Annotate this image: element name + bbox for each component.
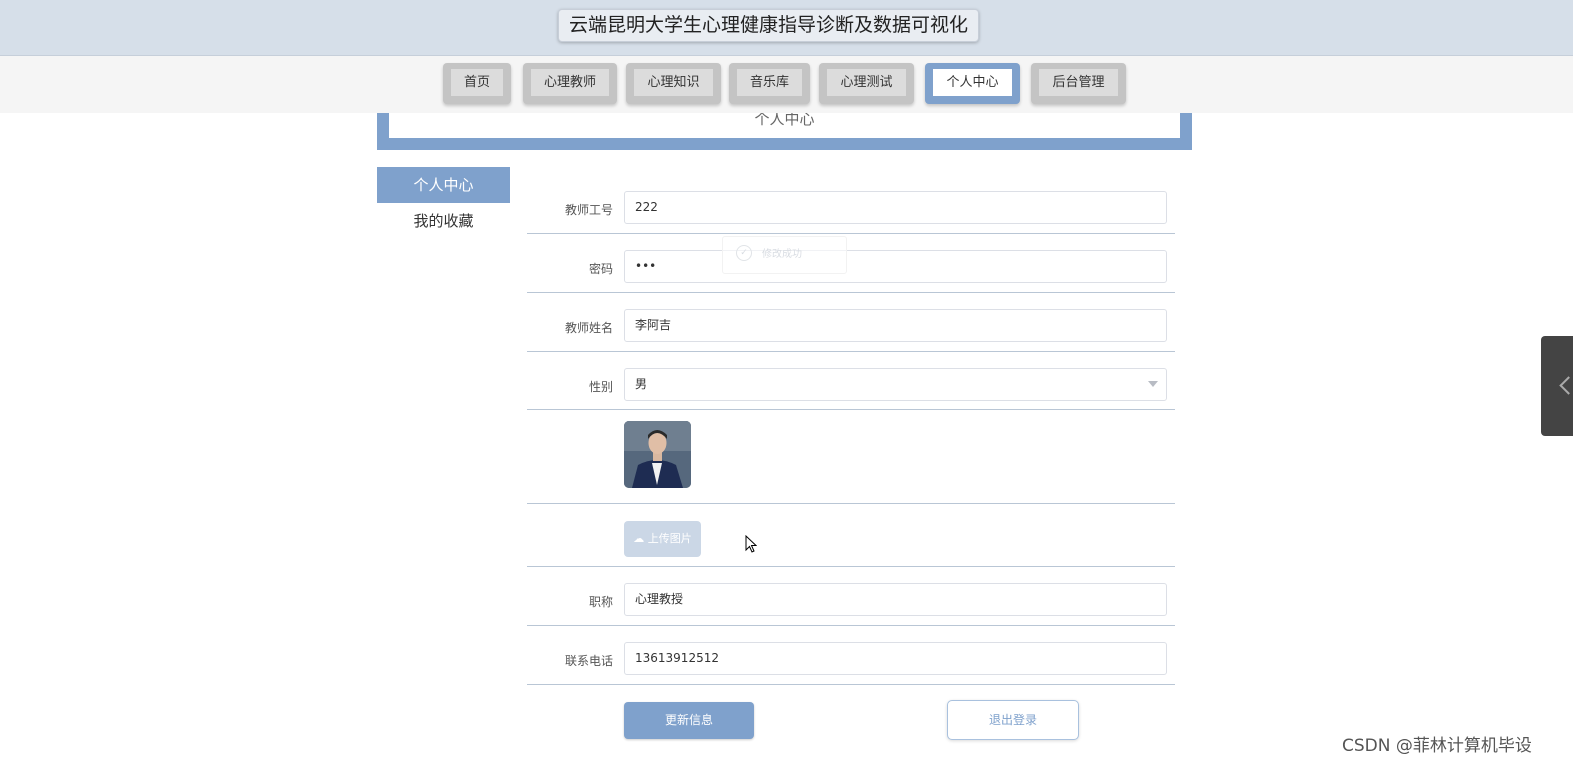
nav-item-knowledge[interactable]: 心理知识: [626, 63, 721, 104]
header: 云端昆明大学生心理健康指导诊断及数据可视化: [0, 0, 1573, 56]
form-row-phone: 联系电话 13613912512: [527, 626, 1175, 685]
update-info-button[interactable]: 更新信息: [624, 702, 754, 739]
form-row-gender: 性别 男: [527, 352, 1175, 410]
gender-label: 性别: [588, 380, 613, 394]
avatar: [624, 421, 691, 488]
teacher-id-input[interactable]: 222: [624, 191, 1167, 224]
phone-label: 联系电话: [564, 654, 613, 668]
site-title: 云端昆明大学生心理健康指导诊断及数据可视化: [558, 9, 980, 42]
chevron-down-icon: [1148, 381, 1158, 387]
main-nav: 首页 心理教师 心理知识 音乐库 心理测试 个人中心 后台管理: [0, 56, 1573, 113]
form-row-upload: ☁ 上传图片: [527, 504, 1175, 567]
nav-item-label: 心理知识: [634, 69, 713, 96]
nav-item-tests[interactable]: 心理测试: [819, 63, 914, 104]
teacher-id-label: 教师工号: [564, 203, 613, 217]
nav-item-label: 心理测试: [827, 69, 906, 96]
nav-item-personal-center[interactable]: 个人中心: [925, 63, 1020, 104]
form-row-teacher-id: 教师工号 222: [527, 175, 1175, 234]
nav-item-label: 个人中心: [933, 69, 1012, 96]
teacher-name-label: 教师姓名: [564, 321, 613, 335]
nav-item-label: 首页: [451, 69, 503, 96]
gender-value: 男: [635, 377, 648, 391]
logout-button[interactable]: 退出登录: [947, 700, 1079, 740]
side-menu: 个人中心 我的收藏: [377, 167, 510, 239]
success-toast: ✓ 修改成功: [722, 236, 847, 274]
phone-input[interactable]: 13613912512: [624, 642, 1167, 675]
nav-item-label: 音乐库: [737, 69, 802, 96]
form-row-password: 密码 •••: [527, 234, 1175, 293]
watermark: CSDN @菲林计算机毕设: [1342, 736, 1532, 756]
job-title-label: 职称: [588, 595, 613, 609]
mouse-cursor-icon: [745, 535, 757, 553]
job-title-input[interactable]: 心理教授: [624, 583, 1167, 616]
gender-select[interactable]: 男: [624, 368, 1167, 401]
password-input[interactable]: •••: [624, 250, 1167, 283]
side-item-personal-center[interactable]: 个人中心: [377, 167, 510, 203]
nav-item-label: 后台管理: [1039, 69, 1118, 96]
teacher-name-input[interactable]: 李阿吉: [624, 309, 1167, 342]
cloud-upload-icon: ☁: [633, 532, 645, 545]
nav-item-home[interactable]: 首页: [443, 63, 511, 104]
nav-item-label: 心理教师: [531, 69, 609, 96]
form-row-teacher-name: 教师姓名 李阿吉: [527, 293, 1175, 352]
page-banner: 个人中心: [377, 113, 1192, 150]
upload-image-button[interactable]: ☁ 上传图片: [624, 521, 701, 557]
toast-text: 修改成功: [762, 249, 802, 260]
side-drawer-toggle[interactable]: [1541, 336, 1573, 436]
nav-item-admin[interactable]: 后台管理: [1031, 63, 1126, 104]
upload-button-label: 上传图片: [647, 532, 692, 545]
chevron-left-icon: [1559, 376, 1573, 395]
avatar-photo: [624, 421, 691, 488]
nav-item-music[interactable]: 音乐库: [729, 63, 810, 104]
side-item-favorites[interactable]: 我的收藏: [377, 203, 510, 239]
password-label: 密码: [588, 262, 613, 276]
page-title: 个人中心: [389, 113, 1180, 138]
check-circle-icon: ✓: [736, 245, 752, 261]
form-row-job-title: 职称 心理教授: [527, 567, 1175, 626]
nav-item-teachers[interactable]: 心理教师: [523, 63, 617, 104]
form-row-avatar: [527, 410, 1175, 504]
